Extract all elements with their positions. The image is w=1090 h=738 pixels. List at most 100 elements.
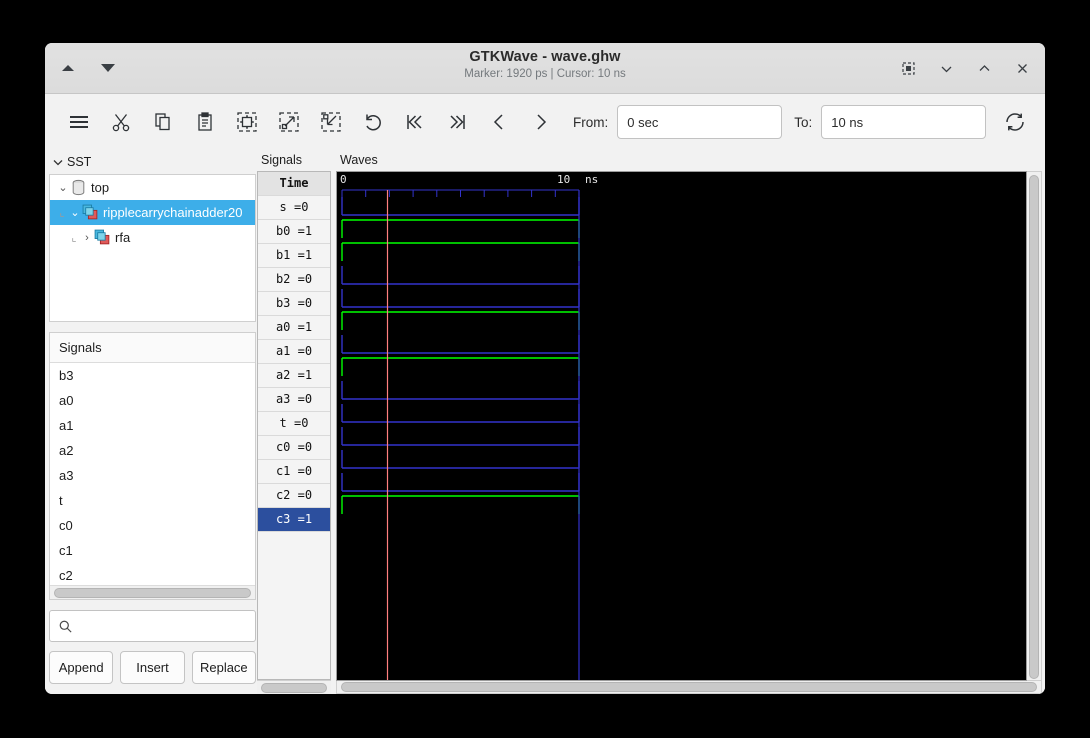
sst-tree-item-label: ripplecarrychainadder20 (103, 205, 243, 220)
window-title: GTKWave - wave.ghw (469, 49, 621, 65)
sst-tree-item-ripplecarrychainad[interactable]: ⌞ ⌄ ripplecarrychainadder20 (50, 200, 255, 225)
nav-down-button[interactable] (95, 55, 121, 81)
maximize-button[interactable] (973, 57, 995, 79)
wave-signal-name-a1[interactable]: a1 =0 (258, 340, 330, 364)
title-bar-text: GTKWave - wave.ghw Marker: 1920 ps | Cur… (45, 49, 1045, 80)
copy-button[interactable] (143, 102, 183, 142)
from-label: From: (573, 114, 609, 130)
wave-signal-name-c1[interactable]: c1 =0 (258, 460, 330, 484)
signal-name-hscrollbar[interactable] (257, 680, 331, 694)
wave-signal-name-c3[interactable]: c3 =1 (258, 508, 330, 532)
sst-tree: ⌄ top ⌞ ⌄ ripplecarrychainadder20 ⌞ › rfa (49, 174, 256, 322)
signal-filter-item-c1[interactable]: c1 (50, 538, 255, 563)
go-last-button[interactable] (437, 102, 477, 142)
signal-filter-item-c2[interactable]: c2 (50, 563, 255, 585)
wave-signal-name-b2[interactable]: b2 =0 (258, 268, 330, 292)
module-icon (82, 204, 98, 220)
wave-signal-name-b1[interactable]: b1 =1 (258, 244, 330, 268)
sst-header[interactable]: SST (49, 153, 256, 171)
time-header: Time (258, 172, 330, 196)
go-next-button[interactable] (521, 102, 561, 142)
wave-signal-name-b0[interactable]: b0 =1 (258, 220, 330, 244)
title-bar: GTKWave - wave.ghw Marker: 1920 ps | Cur… (45, 43, 1045, 94)
search-icon (59, 620, 72, 633)
module-icon (94, 229, 110, 245)
signal-filter-hscrollbar[interactable] (50, 585, 255, 599)
paste-icon (198, 112, 212, 131)
scrollbar-thumb[interactable] (1029, 175, 1039, 679)
zoom-fit-button[interactable] (227, 102, 267, 142)
tree-indent: ⌞ (59, 207, 65, 219)
signal-filter-item-a3[interactable]: a3 (50, 463, 255, 488)
tree-indent: ⌞ (71, 232, 77, 244)
undo-button[interactable] (353, 102, 393, 142)
signal-filter-item-c0[interactable]: c0 (50, 513, 255, 538)
menu-button[interactable] (59, 102, 99, 142)
left-pane: SST ⌄ top ⌞ ⌄ ripplecarrychainadder20 ⌞ › rfa S… (45, 150, 256, 694)
minimize-button[interactable] (935, 57, 957, 79)
wave-signal-name-c2[interactable]: c2 =0 (258, 484, 330, 508)
signal-action-buttons: Append Insert Replace (49, 651, 256, 684)
go-first-button[interactable] (395, 102, 435, 142)
signal-name-pane: Signals Time s =0 b0 =1 b1 =1 b2 =0 b3 =0 a0 … (257, 153, 331, 694)
signal-name-filler (258, 532, 330, 679)
wave-signal-name-t[interactable]: t =0 (258, 412, 330, 436)
zoom-fit-icon (237, 112, 257, 132)
main-content: SST ⌄ top ⌞ ⌄ ripplecarrychainadder20 ⌞ › rfa S… (45, 150, 1045, 694)
paste-button[interactable] (185, 102, 225, 142)
reload-button[interactable] (995, 102, 1035, 142)
signal-filter-item-a1[interactable]: a1 (50, 413, 255, 438)
signal-name-list: Time s =0 b0 =1 b1 =1 b2 =0 b3 =0 a0 =1 a1 =0 a… (257, 171, 331, 680)
signal-filter-item-b3[interactable]: b3 (50, 363, 255, 388)
go-prev-button[interactable] (479, 102, 519, 142)
tree-chevron-icon[interactable]: ⌄ (68, 206, 82, 219)
scrollbar-thumb[interactable] (261, 682, 327, 693)
signal-filter-item-t[interactable]: t (50, 488, 255, 513)
zoom-in-icon (279, 112, 299, 132)
wave-signal-name-s[interactable]: s =0 (258, 196, 330, 220)
wave-signal-name-a3[interactable]: a3 =0 (258, 388, 330, 412)
sst-tree-item-label: rfa (115, 230, 131, 245)
to-value: 10 ns (831, 114, 864, 130)
cut-button[interactable] (101, 102, 141, 142)
wave-signal-name-c0[interactable]: c0 =0 (258, 436, 330, 460)
append-button[interactable]: Append (49, 651, 114, 684)
go-first-icon (407, 115, 422, 129)
zoom-in-button[interactable] (269, 102, 309, 142)
from-input[interactable]: 0 sec (617, 105, 783, 139)
waveform-traces (341, 189, 580, 680)
replace-button[interactable]: Replace (191, 651, 256, 684)
nav-up-button[interactable] (55, 55, 81, 81)
waveform-hscrollbar[interactable] (336, 681, 1042, 694)
chevron-down-icon (53, 160, 63, 166)
signal-filter-header: Signals (50, 333, 255, 363)
go-next-icon (537, 114, 547, 130)
waveform-canvas[interactable]: 0 10 ns (336, 171, 1027, 681)
waveform-vscrollbar[interactable] (1027, 171, 1042, 681)
go-last-icon (450, 115, 465, 129)
zoom-out-icon (321, 112, 341, 132)
wave-signal-name-b3[interactable]: b3 =0 (258, 292, 330, 316)
chevron-up-icon (979, 64, 989, 71)
cut-icon (112, 114, 130, 132)
sst-tree-item-rfa[interactable]: ⌞ › rfa (50, 225, 255, 250)
scrollbar-thumb[interactable] (54, 587, 251, 598)
restore-button[interactable] (897, 57, 919, 79)
wave-signal-name-a0[interactable]: a0 =1 (258, 316, 330, 340)
search-field[interactable] (49, 610, 256, 642)
close-button[interactable] (1011, 57, 1033, 79)
zoom-out-button[interactable] (311, 102, 351, 142)
signal-filter-item-a2[interactable]: a2 (50, 438, 255, 463)
wave-signal-name-a2[interactable]: a2 =1 (258, 364, 330, 388)
to-label: To: (794, 114, 813, 130)
signal-filter-item-a0[interactable]: a0 (50, 388, 255, 413)
to-input[interactable]: 10 ns (821, 105, 987, 139)
tree-chevron-icon[interactable]: ⌄ (56, 181, 70, 194)
waveform-body: 0 10 ns (336, 171, 1042, 681)
sst-tree-item-top[interactable]: ⌄ top (50, 175, 255, 200)
insert-button[interactable]: Insert (120, 651, 185, 684)
scrollbar-thumb[interactable] (341, 682, 1037, 692)
close-icon (1017, 63, 1027, 73)
tree-chevron-icon[interactable]: › (80, 232, 94, 244)
waves-header: Waves (340, 153, 378, 167)
